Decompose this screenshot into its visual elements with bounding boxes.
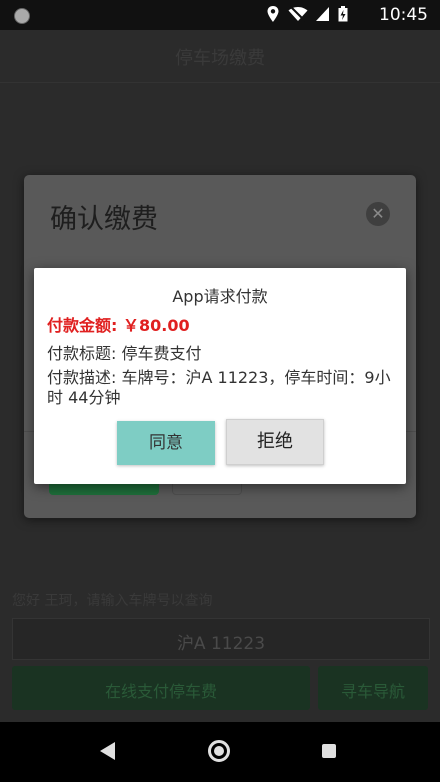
- app-title: 停车场缴费: [175, 48, 265, 69]
- plate-number-input[interactable]: 沪A 11223: [12, 618, 430, 660]
- home-icon[interactable]: [208, 740, 230, 762]
- clock: 10:45: [379, 5, 428, 25]
- confirm-dialog-title: 确认缴费: [50, 204, 158, 235]
- online-pay-label: 在线支付停车费: [104, 682, 217, 701]
- app-bar: 停车场缴费: [0, 30, 440, 83]
- online-pay-button[interactable]: 在线支付停车费: [12, 666, 310, 710]
- reject-button[interactable]: 拒绝: [226, 419, 324, 465]
- back-icon[interactable]: [100, 742, 115, 760]
- location-icon: [267, 6, 279, 22]
- wifi-off-icon: [288, 6, 308, 22]
- payment-dialog-title: App请求付款: [172, 287, 268, 306]
- status-icons: [266, 6, 348, 22]
- battery-charging-icon: [338, 6, 348, 22]
- signal-icon: [316, 7, 329, 21]
- payment-request-dialog: App请求付款 付款金额: ￥80.00 付款标题: 停车费支付 付款描述: 车…: [34, 268, 406, 484]
- agree-button[interactable]: 同意: [117, 421, 215, 465]
- status-bar: 10:45: [0, 0, 440, 30]
- close-icon[interactable]: ✕: [366, 202, 390, 226]
- navigation-bar: [0, 722, 440, 782]
- payment-amount: 付款金额: ￥80.00: [47, 316, 190, 335]
- recent-apps-icon[interactable]: [322, 744, 336, 758]
- plate-number-value: 沪A 11223: [176, 634, 266, 654]
- payment-subject: 付款标题: 停车费支付: [47, 344, 202, 363]
- payment-description: 付款描述: 车牌号：沪A 11223，停车时间：9小时 44分钟: [47, 368, 391, 407]
- query-hint: 您好 王珂，请输入车牌号以查询: [12, 593, 213, 609]
- find-car-button[interactable]: 寻车导航: [318, 666, 428, 710]
- notification-dot-icon: [14, 8, 30, 24]
- find-car-label: 寻车导航: [340, 682, 405, 701]
